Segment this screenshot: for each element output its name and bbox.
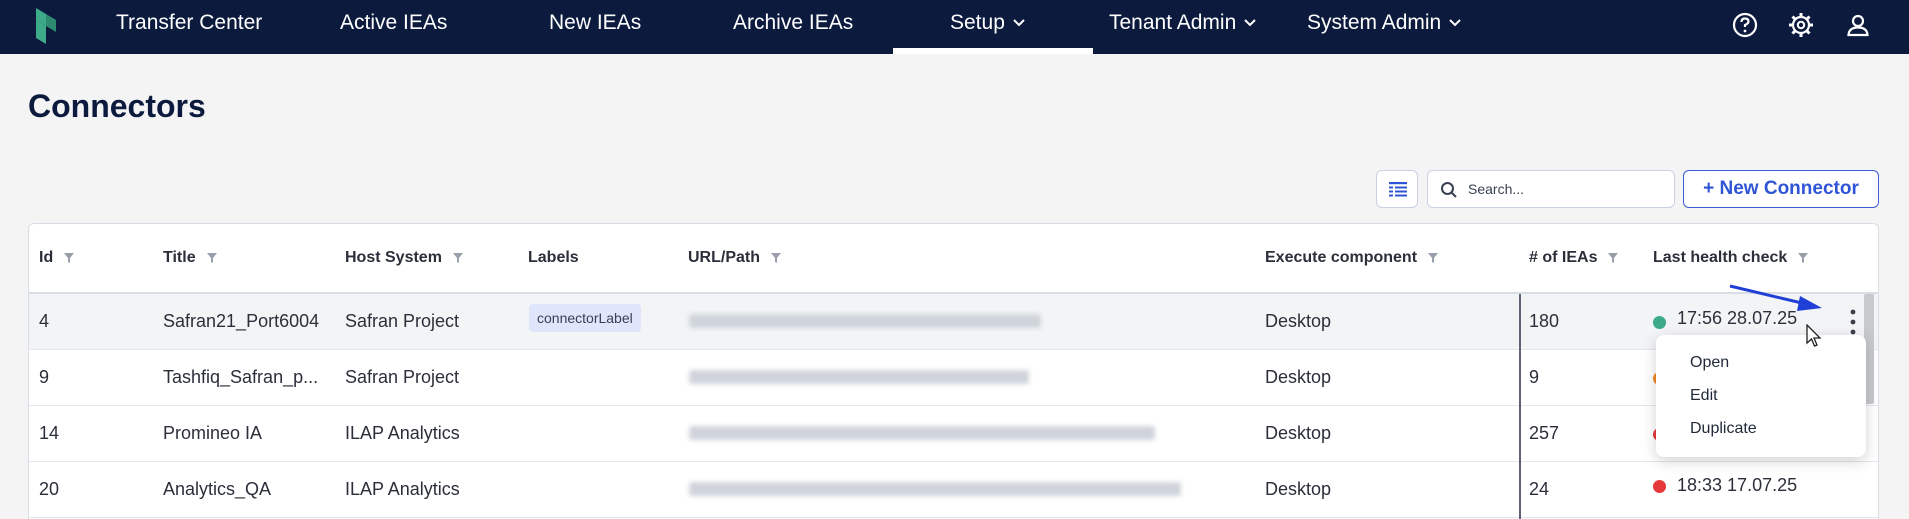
search-box[interactable] [1427,170,1675,208]
url-redacted [689,426,1155,440]
filter-icon[interactable] [770,252,782,264]
column-header-url-path[interactable]: URL/Path [688,224,782,292]
nav-tenant-admin-label: Tenant Admin [1109,11,1237,34]
cell-execute-component: Desktop [1265,423,1332,443]
cell-id: 4 [39,311,50,331]
column-header-label: URL/Path [688,249,760,266]
column-header-id[interactable]: Id [39,224,75,292]
nav-archive-ieas[interactable]: Archive IEAs [733,0,853,46]
annotation-arrow-icon [1729,284,1822,311]
table-row[interactable]: 9 Tashfiq_Safran_p... Safran Project Des… [29,350,1878,406]
cell-host-system: ILAP Analytics [345,423,460,443]
nav-system-admin-label: System Admin [1307,11,1442,34]
column-header-title[interactable]: Title [163,224,218,292]
cell-title: Analytics_QA [163,479,272,499]
menu-item-duplicate[interactable]: Duplicate [1656,413,1866,445]
help-icon[interactable] [1730,10,1760,40]
cell-title: Tashfiq_Safran_p... [163,367,319,387]
cell-title: Promineo IA [163,423,263,443]
frozen-column-divider [1519,294,1521,519]
cell-last-health-check: 18:33 17.07.25 [1677,475,1798,495]
cell-id: 9 [39,367,50,387]
list-view-icon [1389,182,1407,197]
menu-item-edit[interactable]: Edit [1656,380,1866,412]
table-row[interactable]: 14 Promineo IA ILAP Analytics Desktop 25… [29,406,1878,462]
filter-icon[interactable] [1607,252,1619,264]
chevron-down-icon [1013,19,1025,27]
column-header-label: Labels [528,249,579,266]
cell-ieas-count: 180 [1529,311,1560,331]
cell-ieas-count: 24 [1529,479,1550,499]
status-dot-error [1653,480,1666,493]
nav-tenant-admin[interactable]: Tenant Admin [1109,0,1256,46]
column-header-host-system[interactable]: Host System [345,224,464,292]
filter-icon[interactable] [452,252,464,264]
cell-title: Safran21_Port6004 [163,311,320,331]
table-row[interactable]: 4 Safran21_Port6004 Safran Project conne… [29,294,1878,350]
filter-icon[interactable] [1797,252,1809,264]
column-header-labels: Labels [528,224,579,292]
row-actions-menu: Open Edit Duplicate [1656,335,1866,457]
column-view-toggle[interactable] [1376,170,1418,208]
chevron-down-icon [1449,19,1461,27]
cell-ieas-count: 9 [1529,367,1540,387]
column-header-label: Title [163,249,196,266]
column-header-label: Host System [345,249,442,266]
url-redacted [689,314,1041,328]
cell-ieas-count: 257 [1529,423,1560,443]
cell-host-system: Safran Project [345,367,460,387]
nav-setup-label: Setup [950,11,1005,34]
gear-icon[interactable] [1786,10,1816,40]
column-header-ieas[interactable]: # of IEAs [1529,224,1619,292]
chevron-down-icon [1244,19,1256,27]
filter-icon[interactable] [63,252,75,264]
column-header-label: Last health check [1653,249,1788,266]
label-chip[interactable]: connectorLabel [529,304,641,332]
table-row[interactable]: 20 Analytics_QA ILAP Analytics Desktop 2… [29,462,1878,518]
cell-id: 14 [39,423,60,443]
column-header-label: Execute component [1265,249,1418,266]
nav-setup[interactable]: Setup [950,0,1025,46]
new-connector-button[interactable]: + New Connector [1683,170,1879,208]
page-title: Connectors [28,88,206,124]
menu-item-open[interactable]: Open [1656,347,1866,379]
nav-active-ieas[interactable]: Active IEAs [340,0,447,46]
cell-execute-component: Desktop [1265,479,1332,499]
cell-host-system: Safran Project [345,311,460,331]
column-header-label: Id [39,249,54,266]
cell-id: 20 [39,479,60,499]
url-redacted [689,482,1181,496]
search-icon [1441,182,1457,198]
user-icon[interactable] [1843,10,1873,40]
filter-icon[interactable] [1427,252,1439,264]
status-dot-ok [1653,316,1666,329]
cell-execute-component: Desktop [1265,311,1332,331]
column-header-execute-component[interactable]: Execute component [1265,224,1439,292]
top-nav: Transfer Center Active IEAs New IEAs Arc… [0,0,1909,54]
nav-new-ieas[interactable]: New IEAs [549,0,641,46]
nav-transfer-center[interactable]: Transfer Center [116,0,262,46]
url-redacted [689,370,1029,384]
app-logo[interactable] [32,6,60,46]
mouse-cursor-icon [1806,324,1822,347]
column-header-label: # of IEAs [1529,249,1598,266]
filter-icon[interactable] [206,252,218,264]
nav-system-admin[interactable]: System Admin [1307,0,1461,46]
search-input[interactable] [1468,177,1664,201]
connectors-table: Id Title Host System Labels URL/Path Exe… [28,223,1879,519]
cell-host-system: ILAP Analytics [345,479,460,499]
active-tab-indicator [893,48,1093,54]
cell-execute-component: Desktop [1265,367,1332,387]
